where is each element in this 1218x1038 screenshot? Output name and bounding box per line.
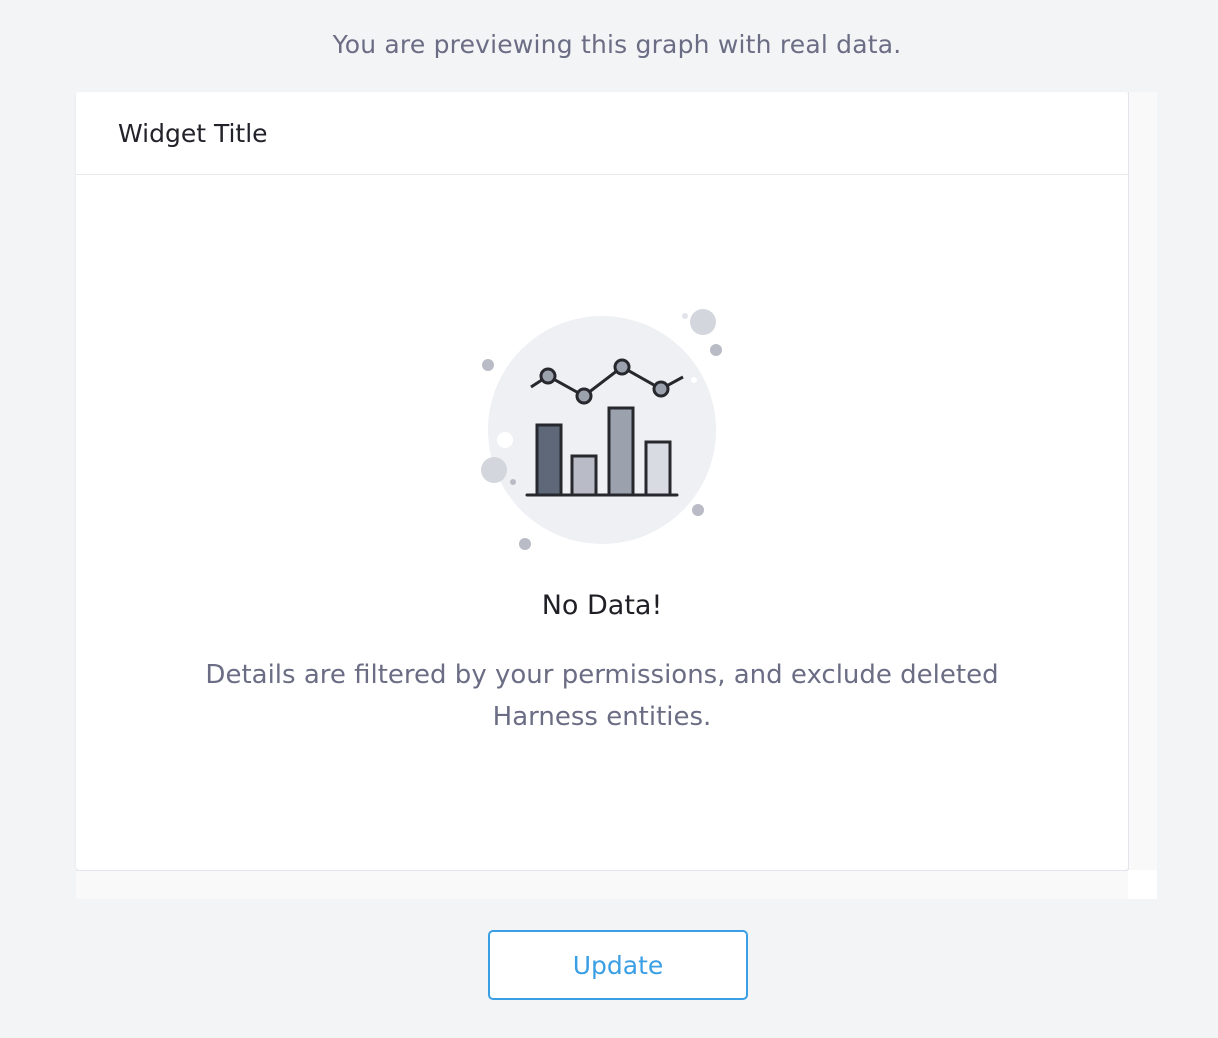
vertical-scrollbar[interactable] [1128, 92, 1157, 870]
preview-note: You are previewing this graph with real … [332, 30, 902, 59]
bar-line-chart-illustration-icon [481, 309, 722, 550]
empty-state-title: No Data! [541, 590, 663, 621]
horizontal-scrollbar[interactable] [76, 870, 1128, 899]
widget-card: Widget Title No Data! Details are filter… [76, 92, 1128, 870]
empty-state-description: Details are filtered by your permissions… [205, 660, 999, 732]
scrollbar-corner [1128, 870, 1157, 899]
widget-title: Widget Title [118, 118, 268, 148]
widget-preview-scroll-area[interactable]: Widget Title No Data! Details are filter… [76, 92, 1157, 899]
update-button[interactable]: Update [488, 930, 748, 1000]
widget-header: Widget Title [76, 92, 1128, 175]
